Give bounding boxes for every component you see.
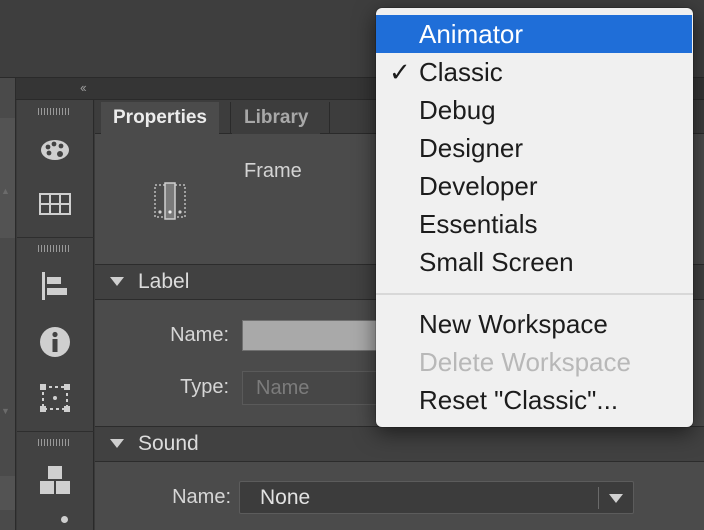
select-divider [598, 487, 599, 509]
sound-name-label: Name: [172, 486, 231, 508]
menu-item-label: Reset "Classic"... [419, 385, 619, 415]
menu-item-label: Small Screen [419, 247, 574, 277]
grip-handle[interactable] [38, 245, 70, 252]
sound-name-select[interactable]: None [239, 481, 634, 514]
menu-item-label: Animator [419, 19, 524, 49]
section-title: Sound [138, 432, 199, 455]
menu-item-label: Developer [419, 171, 538, 201]
tool-divider [17, 237, 94, 238]
scroll-down-arrow-icon[interactable]: ▼ [1, 406, 10, 416]
menu-item-label: Designer [419, 133, 524, 163]
menu-item-label: Delete Workspace [419, 347, 631, 377]
menu-item-label: New Workspace [419, 309, 608, 339]
sound-name-value: None [260, 486, 311, 509]
menu-item-debug[interactable]: Debug [376, 91, 693, 129]
left-panel-strip: ▲ ▼ [0, 78, 16, 530]
menu-item-delete-workspace: Delete Workspace [376, 343, 693, 381]
align-icon[interactable] [37, 270, 73, 302]
menu-item-designer[interactable]: Designer [376, 129, 693, 167]
grip-handle[interactable] [38, 108, 70, 115]
grip-handle[interactable] [38, 439, 70, 446]
transform-icon[interactable] [37, 382, 73, 414]
chevron-down-icon[interactable] [609, 494, 623, 503]
tab-divider [329, 102, 330, 134]
checkmark-icon: ✓ [389, 57, 411, 87]
menu-item-developer[interactable]: Developer [376, 167, 693, 205]
menu-item-reset-classic[interactable]: Reset "Classic"... [376, 381, 693, 419]
label-type-value: Name [256, 377, 310, 399]
frame-type-label: Frame [244, 160, 302, 182]
menu-item-label: Essentials [419, 209, 538, 239]
more-tools-indicator [61, 516, 68, 523]
collapse-chevron-icon[interactable]: ‹‹ [80, 80, 87, 95]
components-icon[interactable] [37, 464, 73, 496]
menu-item-label: Classic [419, 57, 503, 87]
keyframe-icon [154, 182, 186, 220]
tab-library[interactable]: Library [232, 102, 321, 134]
menu-separator [376, 293, 693, 295]
sound-section-header[interactable]: Sound [95, 426, 704, 462]
menu-item-label: Debug [419, 95, 496, 125]
workspace-menu: Animator ✓ Classic Debug Designer Develo… [376, 8, 693, 427]
tool-divider [17, 431, 94, 432]
grid-icon[interactable] [37, 188, 73, 220]
menu-item-animator[interactable]: Animator [376, 15, 692, 53]
panel-icon-strip [17, 100, 94, 530]
palette-icon[interactable] [37, 134, 73, 166]
left-strip-segment [0, 476, 15, 510]
menu-item-classic[interactable]: ✓ Classic [376, 53, 693, 91]
scroll-up-arrow-icon[interactable]: ▲ [1, 186, 10, 196]
menu-item-small-screen[interactable]: Small Screen [376, 243, 693, 281]
menu-item-essentials[interactable]: Essentials [376, 205, 693, 243]
menu-item-new-workspace[interactable]: New Workspace [376, 305, 693, 343]
left-strip-segment [0, 118, 15, 238]
expand-triangle-icon[interactable] [110, 439, 124, 448]
label-type-label: Type: [180, 376, 229, 398]
section-title: Label [138, 270, 190, 293]
tab-properties[interactable]: Properties [101, 102, 219, 134]
info-icon[interactable] [37, 326, 73, 358]
label-name-label: Name: [170, 324, 229, 346]
tab-divider [230, 102, 231, 134]
expand-triangle-icon[interactable] [110, 277, 124, 286]
